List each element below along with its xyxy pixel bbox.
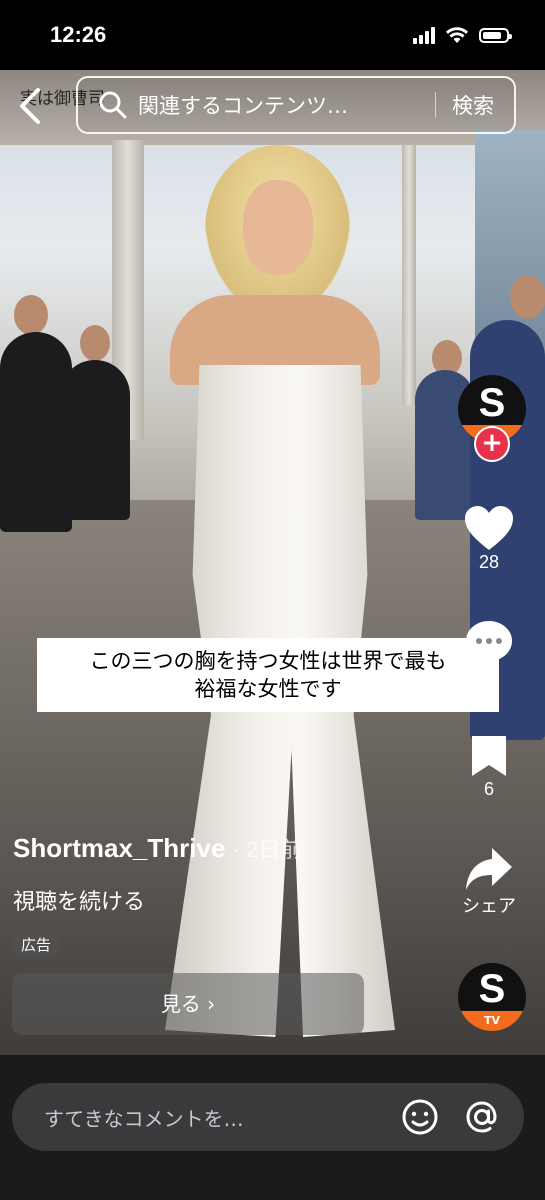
post-description: 視聴を続ける xyxy=(13,890,146,915)
share-button[interactable]: シェア xyxy=(449,846,529,918)
video-subject-face xyxy=(243,180,313,275)
brand-letter: S xyxy=(478,967,506,1011)
ad-badge: 広告 xyxy=(13,932,60,957)
bookmark-icon xyxy=(472,736,506,776)
bg-person xyxy=(60,360,130,520)
battery-icon xyxy=(479,27,512,43)
author-name[interactable]: Shortmax_Thrive xyxy=(13,833,225,863)
search-bar[interactable]: 関連するコンテンツ… 検索 xyxy=(76,76,516,134)
share-icon xyxy=(466,848,512,890)
caption-line-2: 裕福な女性です xyxy=(194,677,342,701)
heart-icon xyxy=(465,506,513,550)
comment-input[interactable]: すてきなコメントを… xyxy=(44,1103,400,1132)
brand-tv-icon[interactable]: S TV xyxy=(458,963,526,1031)
brand-tv-label: TV xyxy=(458,1011,526,1031)
comment-icon xyxy=(466,621,512,664)
comment-bar[interactable]: すてきなコメントを… xyxy=(12,1083,524,1151)
share-label: シェア xyxy=(462,896,516,916)
post-author[interactable]: Shortmax_Thrive · 2日前 xyxy=(13,832,302,864)
status-bar: 12:26 xyxy=(0,0,545,70)
comment-button[interactable]: 2 xyxy=(449,618,529,687)
avatar-letter: S xyxy=(478,381,506,425)
caption-line-1: この三つの胸を持つ女性は世界で最も xyxy=(89,649,447,673)
search-divider xyxy=(435,92,436,118)
bg-person xyxy=(14,295,48,335)
save-count: 6 xyxy=(483,779,494,799)
search-input[interactable]: 関連するコンテンツ… xyxy=(138,90,429,120)
comment-count: 2 xyxy=(483,666,494,686)
bg-person xyxy=(510,275,545,319)
search-button[interactable]: 検索 xyxy=(452,90,494,120)
view-button[interactable]: 見る › xyxy=(12,973,364,1035)
like-button[interactable]: 28 xyxy=(449,504,529,573)
mention-icon[interactable] xyxy=(462,1097,502,1137)
video-pillar xyxy=(402,145,416,405)
signal-icon xyxy=(413,26,435,44)
save-button[interactable]: 6 xyxy=(449,733,529,800)
status-icons xyxy=(413,26,512,44)
post-time: · 2日前 xyxy=(232,837,303,862)
status-time: 12:26 xyxy=(50,22,107,47)
wifi-icon xyxy=(446,27,468,43)
follow-button[interactable]: + xyxy=(474,426,510,462)
back-icon[interactable] xyxy=(14,86,48,126)
bg-person xyxy=(80,325,110,361)
emoji-icon[interactable] xyxy=(400,1097,440,1137)
search-icon xyxy=(99,91,127,119)
like-count: 28 xyxy=(478,552,500,572)
video-caption: この三つの胸を持つ女性は世界で最も 裕福な女性です xyxy=(37,638,499,712)
